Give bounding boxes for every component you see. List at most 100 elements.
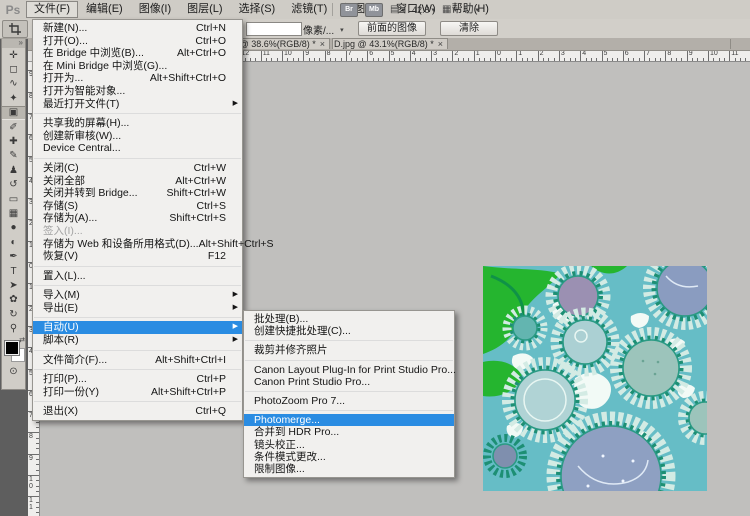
automate-submenu-item-13[interactable]: 条件模式更改...: [244, 451, 454, 463]
file-menu-item-16[interactable]: 存储为(A)...Shift+Ctrl+S: [33, 212, 242, 225]
ruler-tick: [490, 58, 491, 61]
ruler-tick: [378, 58, 379, 61]
lasso-tool[interactable]: ∿: [2, 77, 25, 91]
document-tab-1[interactable]: D.jpg @ 43.1%(RGB/8) *×: [332, 38, 448, 49]
automate-submenu-item-1[interactable]: 创建快捷批处理(C)...: [244, 325, 454, 337]
file-menu-item-0[interactable]: 新建(N)...Ctrl+N: [33, 22, 242, 35]
menubar-item-0[interactable]: 文件(F): [26, 1, 78, 18]
file-menu-item-34[interactable]: 退出(X)Ctrl+Q: [33, 405, 242, 418]
healing-brush-tool[interactable]: ✚: [2, 134, 25, 148]
automate-submenu-item-14[interactable]: 限制图像...: [244, 463, 454, 475]
automate-submenu-item-label: Canon Print Studio Pro...: [254, 376, 370, 388]
swap-colors-icon[interactable]: ⇄: [19, 336, 25, 344]
view-extras-dropdown[interactable]: ▤▾: [390, 4, 405, 15]
file-menu-item-32[interactable]: 打印一份(Y)Alt+Shift+Ctrl+P: [33, 386, 242, 399]
file-menu-item-19[interactable]: 恢复(V)F12: [33, 250, 242, 263]
ruler-tick: [255, 58, 256, 61]
ruler-label: 8: [667, 50, 671, 57]
crop-unit-select[interactable]: 像素/...▾: [303, 22, 344, 37]
file-menu-item-9[interactable]: 创建新审核(W)...: [33, 130, 242, 143]
file-menu-item-24[interactable]: 导出(E)▶: [33, 302, 242, 315]
ruler-label: 0: [497, 50, 501, 57]
file-menu-item-1[interactable]: 打开(O)... Ctrl+O: [33, 35, 242, 48]
bridge-launcher-icon[interactable]: Br: [340, 3, 358, 17]
file-menu-item-23[interactable]: 导入(M)▶: [33, 289, 242, 302]
file-menu-item-6[interactable]: 最近打开文件(T)▶: [33, 98, 242, 111]
clear-button[interactable]: 清除: [440, 21, 498, 36]
blur-tool[interactable]: ●: [2, 221, 25, 235]
menubar-item-4[interactable]: 选择(S): [231, 1, 284, 18]
menubar-item-3[interactable]: 图层(L): [179, 1, 230, 18]
dodge-tool[interactable]: ◐: [2, 235, 25, 249]
ruler-tick: [287, 58, 288, 61]
close-icon[interactable]: ×: [438, 39, 443, 49]
automate-submenu-item-6[interactable]: Canon Print Studio Pro...: [244, 376, 454, 388]
automate-submenu-item-5[interactable]: Canon Layout Plug-In for Print Studio Pr…: [244, 364, 454, 376]
front-image-button[interactable]: 前面的图像: [358, 21, 426, 36]
gradient-tool[interactable]: ▦: [2, 206, 25, 220]
type-tool[interactable]: T: [2, 264, 25, 278]
eraser-tool[interactable]: ▭: [2, 192, 25, 206]
file-menu-item-label: 打开(O)...: [43, 35, 88, 48]
quick-mask-button[interactable]: ⊙: [2, 366, 25, 379]
ruler-tick: [36, 438, 39, 439]
file-menu-item-14[interactable]: 关闭并转到 Bridge...Shift+Ctrl+W: [33, 187, 242, 200]
arrange-documents-dropdown[interactable]: ▦▾: [442, 4, 457, 15]
menubar-item-2[interactable]: 图像(I): [131, 1, 179, 18]
file-menu-item-29[interactable]: 文件简介(F)...Alt+Shift+Ctrl+I: [33, 354, 242, 367]
automate-submenu-item-3[interactable]: 裁剪并修齐照片: [244, 344, 454, 356]
brush-tool[interactable]: ✎: [2, 149, 25, 163]
crop-tool[interactable]: ▣: [2, 106, 25, 120]
file-menu-item-21[interactable]: 置入(L)...: [33, 270, 242, 283]
automate-submenu-item-12[interactable]: 镜头校正...: [244, 439, 454, 451]
file-menu-item-label: 创建新审核(W)...: [43, 130, 121, 143]
file-menu-item-26[interactable]: 自动(U)▶: [33, 321, 242, 334]
ruler-label: 2: [454, 50, 458, 57]
tools-panel-collapse-button[interactable]: »: [2, 39, 25, 48]
automate-submenu-item-11[interactable]: 合并到 HDR Pro...: [244, 426, 454, 438]
mini-bridge-launcher-icon[interactable]: Mb: [365, 3, 383, 17]
crop-resolution-input[interactable]: [246, 22, 302, 36]
custom-shape-tool[interactable]: ✿: [2, 293, 25, 307]
quick-selection-tool[interactable]: ✦: [2, 91, 25, 105]
menubar-item-5[interactable]: 滤镜(T): [283, 1, 335, 18]
zoom-tool[interactable]: ⚲: [2, 321, 25, 335]
file-menu-item-label: 置入(L)...: [43, 270, 86, 283]
file-menu-item-12[interactable]: 关闭(C)Ctrl+W: [33, 162, 242, 175]
file-menu-item-13[interactable]: 关闭全部Alt+Ctrl+W: [33, 175, 242, 188]
file-menu-item-shortcut: Ctrl+O: [195, 35, 226, 48]
file-menu-item-5[interactable]: 打开为智能对象...: [33, 85, 242, 98]
ruler-label: 1 0: [29, 477, 33, 490]
zoom-level-dropdown[interactable]: 42.8▾: [412, 5, 435, 15]
ruler-tick: [724, 58, 725, 61]
file-menu-item-27[interactable]: 脚本(R)▶: [33, 334, 242, 347]
move-tool[interactable]: ✛: [2, 48, 25, 62]
eyedropper-tool[interactable]: ✐: [2, 120, 25, 134]
automate-submenu-item-8[interactable]: PhotoZoom Pro 7...: [244, 395, 454, 407]
screen-mode-dropdown[interactable]: ▢▾: [464, 4, 479, 15]
ruler-label: 8: [327, 50, 331, 57]
close-icon[interactable]: ×: [320, 39, 325, 49]
document-thumbnail-image[interactable]: [483, 266, 707, 491]
history-brush-tool[interactable]: ↺: [2, 178, 25, 192]
menubar-item-1[interactable]: 编辑(E): [78, 1, 131, 18]
automate-submenu-item-0[interactable]: 批处理(B)...: [244, 313, 454, 325]
pen-tool[interactable]: ✒: [2, 249, 25, 263]
file-menu-item-2[interactable]: 在 Bridge 中浏览(B)...Alt+Ctrl+O: [33, 47, 242, 60]
crop-tool-badge[interactable]: [2, 20, 28, 38]
foreground-color-swatch[interactable]: [5, 341, 19, 355]
ruler-tick: [500, 58, 501, 61]
file-menu-item-label: 关闭并转到 Bridge...: [43, 187, 138, 200]
file-menu-item-8[interactable]: 共享我的屏幕(H)...: [33, 117, 242, 130]
file-menu-item-31[interactable]: 打印(P)...Ctrl+P: [33, 373, 242, 386]
clone-stamp-tool[interactable]: ♟: [2, 163, 25, 177]
file-menu-item-18[interactable]: 存储为 Web 和设备所用格式(D)...Alt+Shift+Ctrl+S: [33, 238, 242, 251]
path-selection-tool[interactable]: ➤: [2, 278, 25, 292]
rotate-view-tool[interactable]: ↻: [2, 307, 25, 321]
file-menu-item-4[interactable]: 打开为...Alt+Shift+Ctrl+O: [33, 72, 242, 85]
file-menu-item-15[interactable]: 存储(S)Ctrl+S: [33, 200, 242, 213]
file-menu-item-3[interactable]: 在 Mini Bridge 中浏览(G)...: [33, 60, 242, 73]
file-menu-item-10[interactable]: Device Central...: [33, 142, 242, 155]
marquee-tool[interactable]: ◻: [2, 62, 25, 76]
automate-submenu-item-10[interactable]: Photomerge...: [244, 414, 454, 426]
